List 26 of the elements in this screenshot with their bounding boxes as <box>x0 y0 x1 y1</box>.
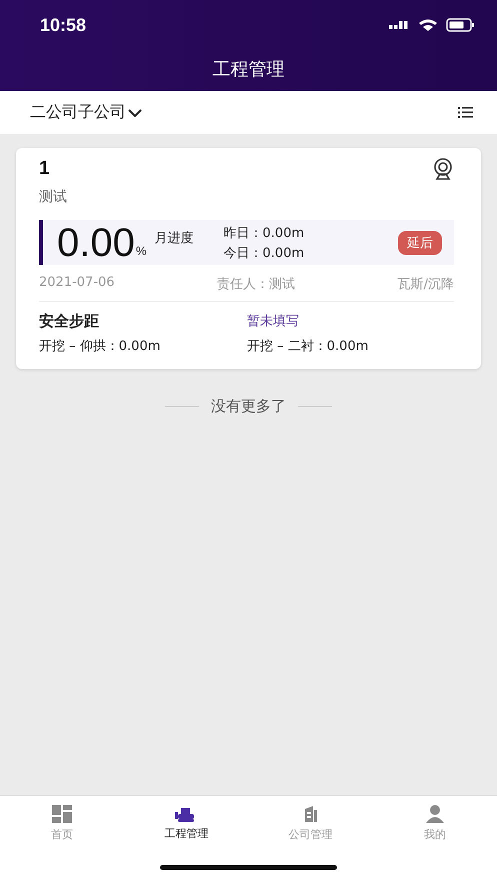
user-icon <box>426 805 444 823</box>
end-note: 没有更多了 <box>211 397 286 416</box>
page-title: 工程管理 <box>212 58 286 82</box>
battery-icon <box>446 18 474 32</box>
status-time: 10:58 <box>40 14 86 36</box>
project-number: 1 <box>39 158 50 180</box>
safety-status: 暂未填写 <box>247 313 300 331</box>
monitoring-type: 瓦斯/沉降 <box>398 276 454 293</box>
dashboard-icon <box>52 805 72 823</box>
project-date: 2021-07-06 <box>39 275 115 292</box>
signal-icon <box>389 21 408 29</box>
progress-value: 0.00 <box>57 222 135 262</box>
nav-tab[interactable]: 工程管理 <box>124 796 248 851</box>
progress-label: 月进度 <box>154 230 194 246</box>
project-manager: 责任人：测试 <box>217 276 296 293</box>
distance-text: 开挖 – 二衬：0.00m <box>247 338 370 355</box>
company-dropdown[interactable]: 二公司子公司 <box>30 102 142 123</box>
safety-title: 安全步距 <box>39 312 100 331</box>
list-icon[interactable] <box>458 107 473 118</box>
webcam-icon[interactable] <box>432 158 454 180</box>
chevron-down-icon <box>128 108 142 116</box>
project-name: 测试 <box>39 188 68 206</box>
percent-unit: % <box>136 244 147 258</box>
wifi-icon <box>419 20 437 31</box>
distance-text: 开挖 – 仰拱：0.00m <box>39 338 162 355</box>
status-badge: 延后 <box>398 230 442 254</box>
